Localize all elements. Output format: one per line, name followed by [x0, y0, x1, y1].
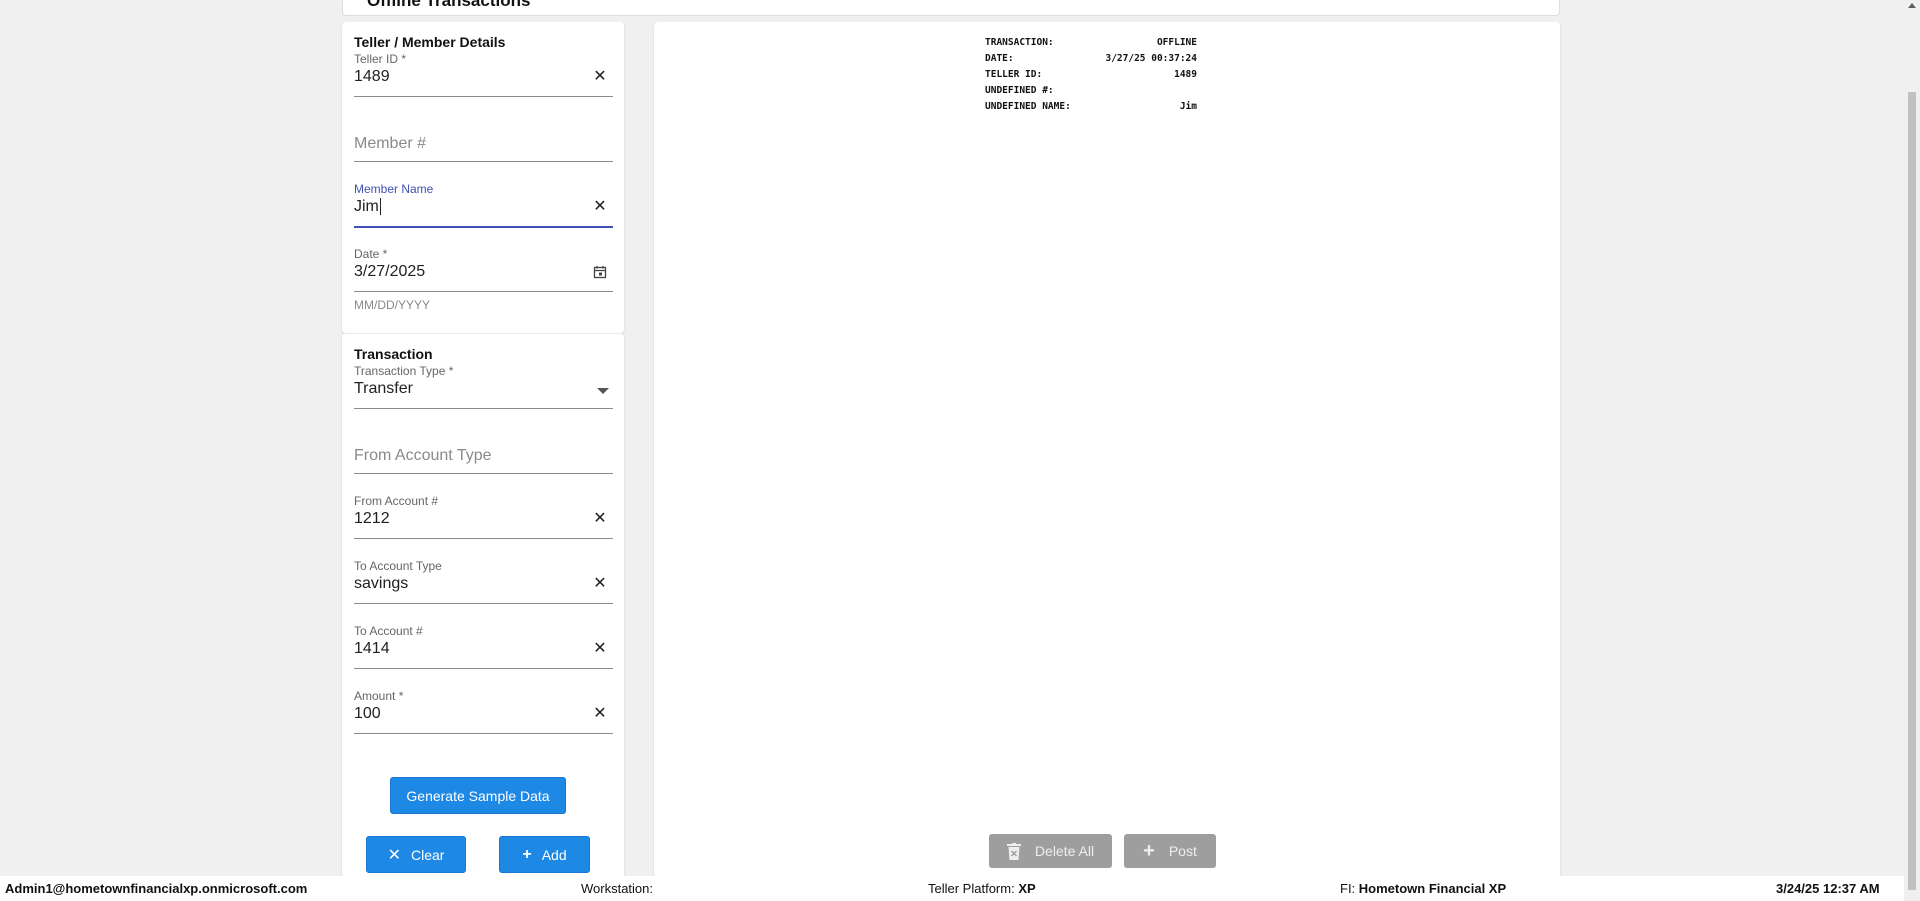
dropdown-arrow-icon[interactable]	[597, 388, 609, 394]
transaction-section-title: Transaction	[354, 346, 433, 362]
teller-id-label: Teller ID *	[354, 52, 407, 66]
clear-button-label: Clear	[410, 846, 445, 863]
receipt-row: UNDEFINED NAME: Jim	[985, 101, 1197, 112]
from-account-number-field[interactable]: From Account # 1212 ✕	[354, 494, 613, 539]
delete-all-button[interactable]: Delete All	[989, 834, 1112, 868]
transaction-type-select[interactable]: Transaction Type * Transfer	[354, 364, 613, 409]
text-cursor	[379, 198, 381, 215]
clear-icon[interactable]: ✕	[593, 199, 607, 215]
member-name-label: Member Name	[354, 182, 434, 196]
member-name-value: Jim	[354, 198, 381, 215]
page-header-card: Offline Transactions	[342, 0, 1560, 16]
from-account-type-placeholder: From Account Type	[354, 447, 492, 464]
generate-sample-data-button[interactable]: Generate Sample Data	[390, 777, 566, 814]
date-format-hint: MM/DD/YYYY	[354, 298, 431, 312]
current-user: Admin1@hometownfinancialxp.onmicrosoft.c…	[5, 881, 308, 896]
amount-field[interactable]: Amount * 100 ✕	[354, 689, 613, 734]
status-datetime: 3/24/25 12:37 AM	[1776, 881, 1880, 896]
clear-icon[interactable]: ✕	[593, 511, 607, 527]
close-icon: ✕	[387, 846, 401, 864]
amount-label: Amount *	[354, 689, 404, 703]
to-account-type-value: savings	[354, 575, 409, 592]
trash-icon	[1006, 842, 1021, 860]
post-button[interactable]: + Post	[1124, 834, 1216, 868]
add-button[interactable]: + Add	[499, 836, 590, 873]
teller-member-details-panel: Teller / Member Details Teller ID * 1489…	[342, 22, 624, 333]
to-account-number-value: 1414	[354, 640, 390, 657]
receipt-row: TELLER ID: 1489	[985, 69, 1197, 80]
page-title: Offline Transactions	[367, 0, 531, 10]
scroll-up-arrow-icon[interactable]	[1908, 3, 1916, 8]
date-value: 3/27/2025	[354, 263, 426, 280]
member-number-field[interactable]: Member #	[354, 117, 613, 162]
date-label: Date *	[354, 247, 388, 261]
teller-id-field[interactable]: Teller ID * 1489 ✕	[354, 52, 613, 97]
from-account-type-field[interactable]: From Account Type	[354, 429, 613, 474]
to-account-type-field[interactable]: To Account Type savings ✕	[354, 559, 613, 604]
member-name-field[interactable]: Member Name Jim ✕	[354, 182, 613, 228]
add-button-label: Add	[541, 846, 567, 863]
date-field[interactable]: Date * 3/27/2025	[354, 247, 613, 292]
teller-platform-info: Teller Platform: XP	[928, 881, 1036, 896]
details-section-title: Teller / Member Details	[354, 34, 506, 50]
to-account-number-field[interactable]: To Account # 1414 ✕	[354, 624, 613, 669]
receipt-row: UNDEFINED #:	[985, 85, 1054, 96]
receipt-row: DATE: 3/27/25 00:37:24	[985, 53, 1197, 64]
fi-info: FI: Hometown Financial XP	[1340, 881, 1507, 896]
receipt: TRANSACTION: OFFLINE DATE: 3/27/25 00:37:2…	[985, 35, 1197, 115]
post-button-label: Post	[1168, 843, 1197, 859]
transaction-type-label: Transaction Type *	[354, 364, 454, 378]
workstation-info: Workstation:	[581, 881, 654, 896]
from-account-number-label: From Account #	[354, 494, 439, 508]
calendar-icon[interactable]	[593, 265, 607, 279]
status-bar: Admin1@hometownfinancialxp.onmicrosoft.c…	[0, 876, 1904, 901]
clear-button[interactable]: ✕ Clear	[366, 836, 466, 873]
vertical-scrollbar[interactable]	[1904, 0, 1920, 901]
clear-icon[interactable]: ✕	[593, 641, 607, 657]
clear-icon[interactable]: ✕	[593, 576, 607, 592]
from-account-number-value: 1212	[354, 510, 390, 527]
amount-value: 100	[354, 705, 381, 722]
transaction-type-value: Transfer	[354, 380, 413, 397]
teller-id-value: 1489	[354, 68, 390, 85]
app: Offline Transactions Teller / Member Det…	[0, 0, 1920, 901]
to-account-number-label: To Account #	[354, 624, 423, 638]
to-account-type-label: To Account Type	[354, 559, 442, 573]
generate-sample-data-label: Generate Sample Data	[406, 787, 550, 804]
plus-icon: +	[1143, 839, 1155, 862]
receipt-preview-panel: TRANSACTION: OFFLINE DATE: 3/27/25 00:37:2…	[654, 22, 1560, 878]
clear-icon[interactable]: ✕	[593, 706, 607, 722]
receipt-row: TRANSACTION: OFFLINE	[985, 37, 1197, 48]
member-number-placeholder: Member #	[354, 135, 427, 152]
plus-icon: +	[522, 845, 532, 863]
clear-icon[interactable]: ✕	[593, 69, 607, 85]
delete-all-label: Delete All	[1034, 843, 1095, 859]
scrollbar-thumb[interactable]	[1908, 92, 1916, 890]
transaction-panel: Transaction Transaction Type * Transfer …	[342, 333, 624, 878]
